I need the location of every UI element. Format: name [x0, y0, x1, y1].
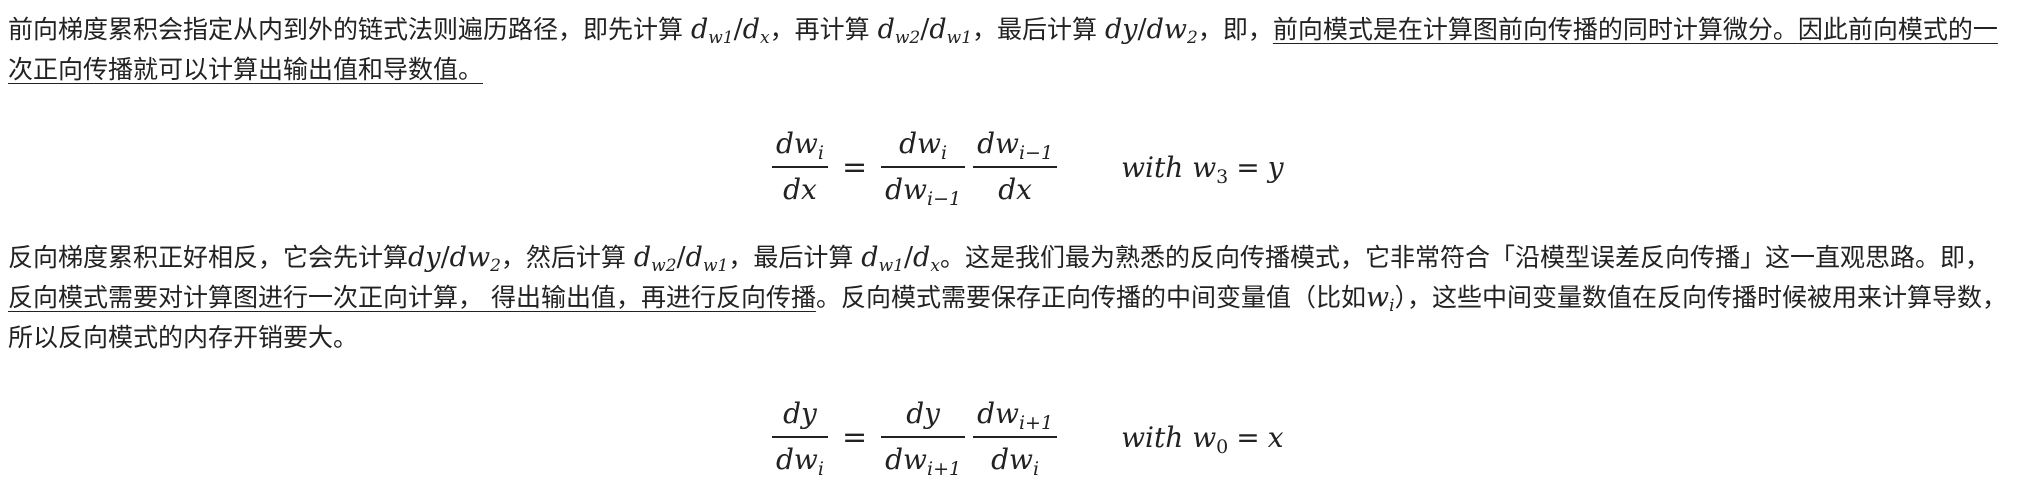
- text-segment: ，最后计算: [728, 243, 862, 272]
- equals-sign: =: [841, 419, 868, 455]
- equation-condition: with w0 = x: [1121, 420, 1284, 458]
- fraction-lhs: dy dwi: [772, 392, 828, 482]
- underlined-text: 反向模式需要对计算图进行一次正向计算， 得出输出值，再进行反向传播: [8, 283, 816, 312]
- math-dw2-dw1: dw2/dw1: [633, 242, 729, 276]
- text-segment: ，即，: [1197, 15, 1273, 44]
- fraction-r2: dwi−1 dx: [973, 122, 1058, 212]
- paragraph-forward-mode: 前向梯度累积会指定从内到外的链式法则遍历路径，即先计算 dw1/dx，再计算 d…: [8, 10, 2013, 90]
- math-dy-dw2: dy/dw2: [1104, 14, 1198, 48]
- text-segment: ，最后计算: [972, 15, 1105, 44]
- equals-sign: =: [841, 149, 868, 185]
- math-wi: wi: [1365, 282, 1395, 316]
- equation-reverse: dy dwi = dy dwi+1 dwi+1 dwi with w0 = x: [768, 382, 1284, 492]
- math-dw1-dx: dw1/dx: [690, 14, 770, 48]
- text-segment: 。这是我们最为熟悉的反向传播模式，它非常符合「沿模型误差反向传播」这一直观思路。…: [939, 243, 1990, 272]
- underlined-text: 前向模式是在计算图前向传播的同时计算微分。: [1272, 15, 1798, 44]
- fraction-r1: dy dwi+1: [881, 392, 966, 482]
- math-dw2-dw1: dw2/dw1: [877, 14, 973, 48]
- paragraph-reverse-mode: 反向梯度累积正好相反，它会先计算dy/dw2，然后计算 dw2/dw1，最后计算…: [8, 238, 2013, 358]
- text-segment: ，然后计算: [500, 243, 634, 272]
- equation-condition: with w3 = y: [1121, 150, 1284, 188]
- math-dw1-dx: dw1/dx: [861, 242, 940, 276]
- equation-forward: dwi dx = dwi dwi−1 dwi−1 dx with w3 = y: [768, 112, 1284, 222]
- text-segment: 。反向模式需要保存正向传播的中间变量值（比如: [815, 283, 1366, 312]
- fraction-r2: dwi+1 dwi: [973, 392, 1058, 482]
- text-segment: 反向梯度累积正好相反，它会先计算: [8, 243, 409, 272]
- fraction-r1: dwi dwi−1: [881, 122, 966, 212]
- math-dy-dw2: dy/dw2: [408, 242, 501, 276]
- text-segment: ，再计算: [769, 15, 878, 44]
- text-segment: 前向梯度累积会指定从内到外的链式法则遍历路径，即先计算: [8, 15, 691, 44]
- fraction-lhs: dwi dx: [772, 122, 828, 212]
